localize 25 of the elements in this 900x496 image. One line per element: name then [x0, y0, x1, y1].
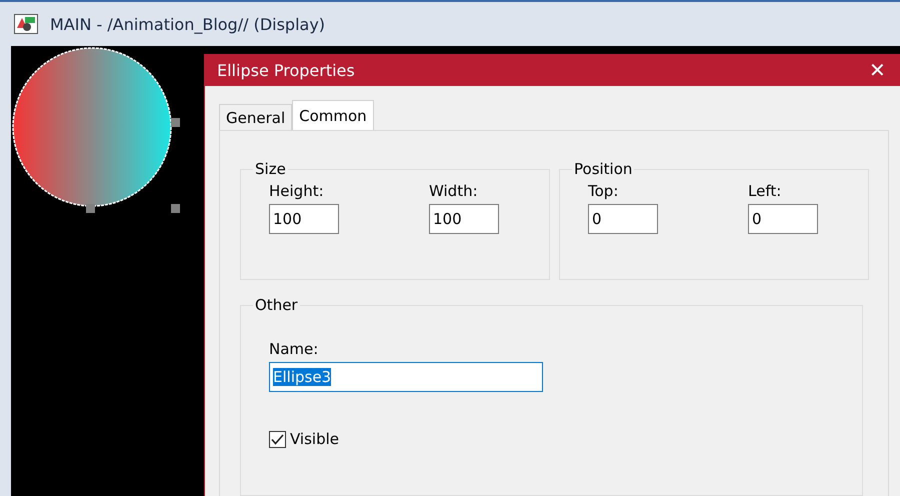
- dialog-title: Ellipse Properties: [217, 60, 355, 80]
- field-label: Left:: [748, 182, 782, 200]
- group-title: Position: [573, 160, 634, 178]
- input-field[interactable]: 100: [269, 204, 339, 234]
- display-app-icon: [14, 14, 38, 34]
- selection-handle[interactable]: [171, 204, 180, 213]
- selection-handle[interactable]: [86, 204, 95, 213]
- group-title: Size: [254, 160, 287, 178]
- field-label: Top:: [588, 182, 620, 200]
- field-label: Width:: [429, 182, 479, 200]
- group-title: Other: [254, 296, 299, 314]
- checkbox[interactable]: [269, 430, 286, 448]
- name-field[interactable]: Ellipse3: [269, 362, 543, 392]
- checkbox-label: Visible: [290, 430, 339, 448]
- selection-handle[interactable]: [171, 118, 180, 127]
- close-button[interactable]: ✕: [865, 58, 890, 82]
- input-field[interactable]: 0: [588, 204, 658, 234]
- field-label: Height:: [269, 182, 325, 200]
- name-value: Ellipse3: [273, 368, 332, 386]
- tab[interactable]: Common: [292, 100, 374, 130]
- field-label: Name:: [269, 340, 320, 358]
- tab[interactable]: General: [219, 104, 292, 130]
- input-field[interactable]: 0: [748, 204, 818, 234]
- window-title: MAIN - /Animation_Blog// (Display): [50, 14, 326, 34]
- input-field[interactable]: 100: [429, 204, 499, 234]
